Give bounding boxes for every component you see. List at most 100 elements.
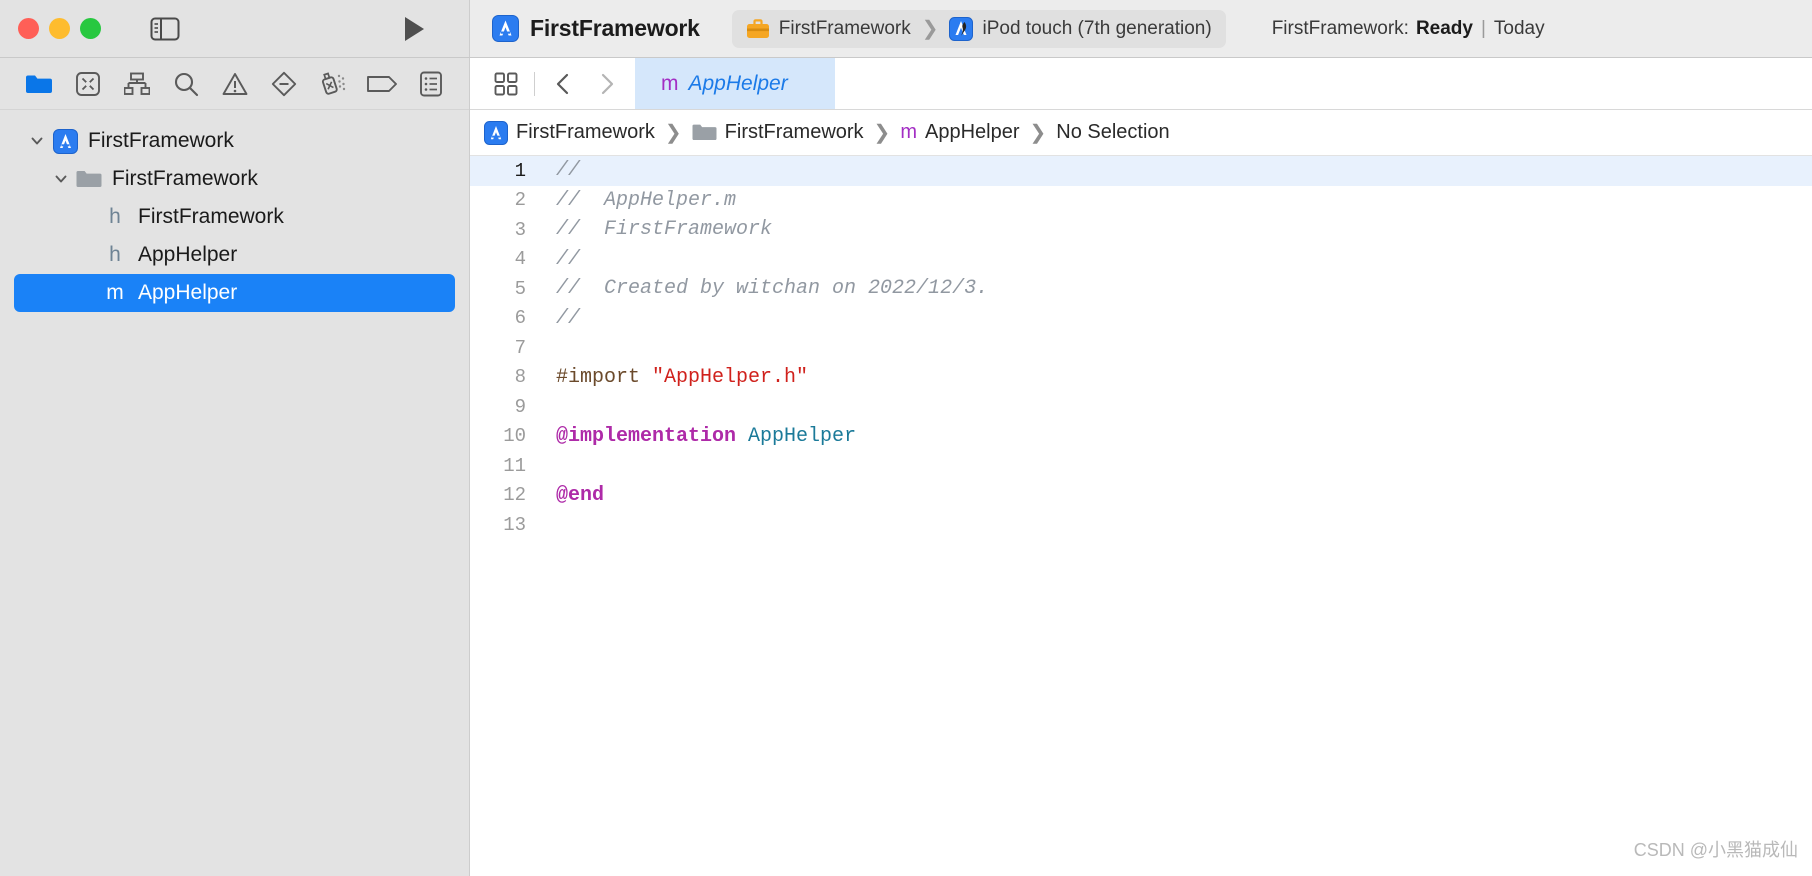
breadcrumb-label: AppHelper bbox=[925, 121, 1020, 144]
traffic-lights bbox=[18, 18, 101, 39]
code-line[interactable]: 1 // bbox=[470, 156, 1812, 186]
code-token: @implementation bbox=[556, 425, 736, 448]
tree-row[interactable]: FirstFramework bbox=[14, 160, 455, 198]
navigate-forward-icon[interactable] bbox=[585, 64, 629, 104]
code-line[interactable]: 5 // Created by witchan on 2022/12/3. bbox=[470, 274, 1812, 304]
header-file-icon: h bbox=[100, 205, 130, 229]
breadcrumb-item-project[interactable]: FirstFramework bbox=[484, 121, 655, 145]
editor-controls bbox=[470, 58, 635, 109]
tree-item-label: FirstFramework bbox=[88, 129, 234, 153]
code-text: // FirstFramework bbox=[542, 218, 772, 241]
issue-navigator-icon[interactable] bbox=[210, 64, 259, 104]
symbol-navigator-icon[interactable] bbox=[112, 64, 161, 104]
code-token: @end bbox=[556, 484, 604, 507]
code-line[interactable]: 7 bbox=[470, 333, 1812, 363]
code-line[interactable]: 3 // FirstFramework bbox=[470, 215, 1812, 245]
code-line[interactable]: 9 bbox=[470, 392, 1812, 422]
line-number: 3 bbox=[470, 219, 542, 241]
code-line[interactable]: 10@implementation AppHelper bbox=[470, 422, 1812, 452]
code-line[interactable]: 8#import "AppHelper.h" bbox=[470, 363, 1812, 393]
code-token: // bbox=[556, 159, 580, 182]
test-navigator-icon[interactable] bbox=[259, 64, 308, 104]
code-line[interactable]: 13 bbox=[470, 510, 1812, 540]
editor-tab-apphelper[interactable]: m AppHelper bbox=[635, 58, 835, 109]
code-text: #import "AppHelper.h" bbox=[542, 366, 808, 389]
breakpoint-navigator-icon[interactable] bbox=[357, 64, 406, 104]
code-token: // bbox=[556, 307, 580, 330]
tree-row[interactable]: h FirstFramework bbox=[14, 198, 455, 236]
zoom-window-button[interactable] bbox=[80, 18, 101, 39]
code-text: @end bbox=[542, 484, 604, 507]
breadcrumb: FirstFramework ❯ FirstFramework ❯ m AppH… bbox=[470, 110, 1812, 156]
navigator-panel: FirstFramework FirstFramework bbox=[0, 58, 470, 876]
file-type-letter: m bbox=[106, 281, 124, 305]
debug-navigator-icon[interactable] bbox=[308, 64, 357, 104]
disclosure-chevron-down-icon[interactable] bbox=[48, 172, 74, 186]
code-text: // bbox=[542, 248, 580, 271]
line-number: 12 bbox=[470, 484, 542, 506]
toolbar-right-section: FirstFramework FirstFramework ❯ iPod tou… bbox=[470, 0, 1812, 57]
code-token: // FirstFramework bbox=[556, 218, 772, 241]
line-number: 5 bbox=[470, 278, 542, 300]
report-navigator-icon[interactable] bbox=[406, 64, 455, 104]
project-navigator-icon[interactable] bbox=[14, 64, 63, 104]
breadcrumb-label: FirstFramework bbox=[516, 121, 655, 144]
destination-device-icon bbox=[949, 17, 973, 41]
tree-row[interactable]: h AppHelper bbox=[14, 236, 455, 274]
breadcrumb-separator: ❯ bbox=[874, 120, 891, 145]
code-line[interactable]: 11 bbox=[470, 451, 1812, 481]
window-toolbar: FirstFramework FirstFramework ❯ iPod tou… bbox=[0, 0, 1812, 58]
breadcrumb-separator: ❯ bbox=[665, 120, 682, 145]
breadcrumb-item-file[interactable]: m AppHelper bbox=[900, 121, 1019, 144]
navigate-back-icon[interactable] bbox=[541, 64, 585, 104]
editor-options-icon[interactable] bbox=[484, 64, 528, 104]
code-line[interactable]: 4 // bbox=[470, 245, 1812, 275]
line-number: 10 bbox=[470, 425, 542, 447]
scheme-name-label: FirstFramework bbox=[779, 18, 911, 40]
code-line[interactable]: 6// bbox=[470, 304, 1812, 334]
code-text: // bbox=[542, 159, 580, 182]
tree-item-label: AppHelper bbox=[138, 281, 237, 305]
line-number: 9 bbox=[470, 396, 542, 418]
xcode-project-icon bbox=[484, 121, 508, 145]
close-window-button[interactable] bbox=[18, 18, 39, 39]
breadcrumb-item-folder[interactable]: FirstFramework bbox=[692, 121, 864, 144]
scheme-separator: ❯ bbox=[922, 16, 939, 41]
status-state: Ready bbox=[1416, 18, 1473, 40]
file-type-letter: h bbox=[109, 205, 121, 229]
code-text: @implementation AppHelper bbox=[542, 425, 856, 448]
code-text: // bbox=[542, 307, 580, 330]
find-navigator-icon[interactable] bbox=[161, 64, 210, 104]
breadcrumb-label: FirstFramework bbox=[725, 121, 864, 144]
code-text: // AppHelper.m bbox=[542, 189, 736, 212]
xcode-window: FirstFramework FirstFramework ❯ iPod tou… bbox=[0, 0, 1812, 876]
tree-row[interactable]: FirstFramework bbox=[14, 122, 455, 160]
code-line[interactable]: 12 @end bbox=[470, 481, 1812, 511]
project-title-label: FirstFramework bbox=[530, 15, 700, 42]
run-button[interactable] bbox=[397, 12, 431, 46]
editor-tab-bar: m AppHelper bbox=[470, 58, 1812, 110]
minimize-window-button[interactable] bbox=[49, 18, 70, 39]
code-token bbox=[736, 425, 748, 448]
line-number: 13 bbox=[470, 514, 542, 536]
code-token: // AppHelper.m bbox=[556, 189, 736, 212]
toolbar-left-section bbox=[0, 0, 470, 57]
xcode-project-icon bbox=[50, 129, 80, 154]
header-file-icon: h bbox=[100, 243, 130, 267]
code-text: // Created by witchan on 2022/12/3. bbox=[542, 277, 988, 300]
breadcrumb-item-selection[interactable]: No Selection bbox=[1056, 121, 1169, 144]
tree-row-selected[interactable]: m AppHelper bbox=[14, 274, 455, 312]
disclosure-chevron-down-icon[interactable] bbox=[24, 134, 50, 148]
code-token: // Created by witchan on 2022/12/3. bbox=[556, 277, 988, 300]
sidebar-toggle-icon[interactable] bbox=[147, 14, 183, 44]
code-line[interactable]: 2// AppHelper.m bbox=[470, 186, 1812, 216]
code-token: // bbox=[556, 248, 580, 271]
source-control-navigator-icon[interactable] bbox=[63, 64, 112, 104]
status-time: Today bbox=[1494, 18, 1545, 40]
implementation-file-icon: m bbox=[100, 281, 130, 305]
tree-item-label: AppHelper bbox=[138, 243, 237, 267]
scheme-destination-selector[interactable]: FirstFramework ❯ iPod touch (7th generat… bbox=[732, 10, 1226, 48]
source-code-editor[interactable]: 1 // 2// AppHelper.m 3 // FirstFramework 4 // 5… bbox=[470, 156, 1812, 876]
line-number: 4 bbox=[470, 248, 542, 270]
line-number: 1 bbox=[470, 160, 542, 182]
